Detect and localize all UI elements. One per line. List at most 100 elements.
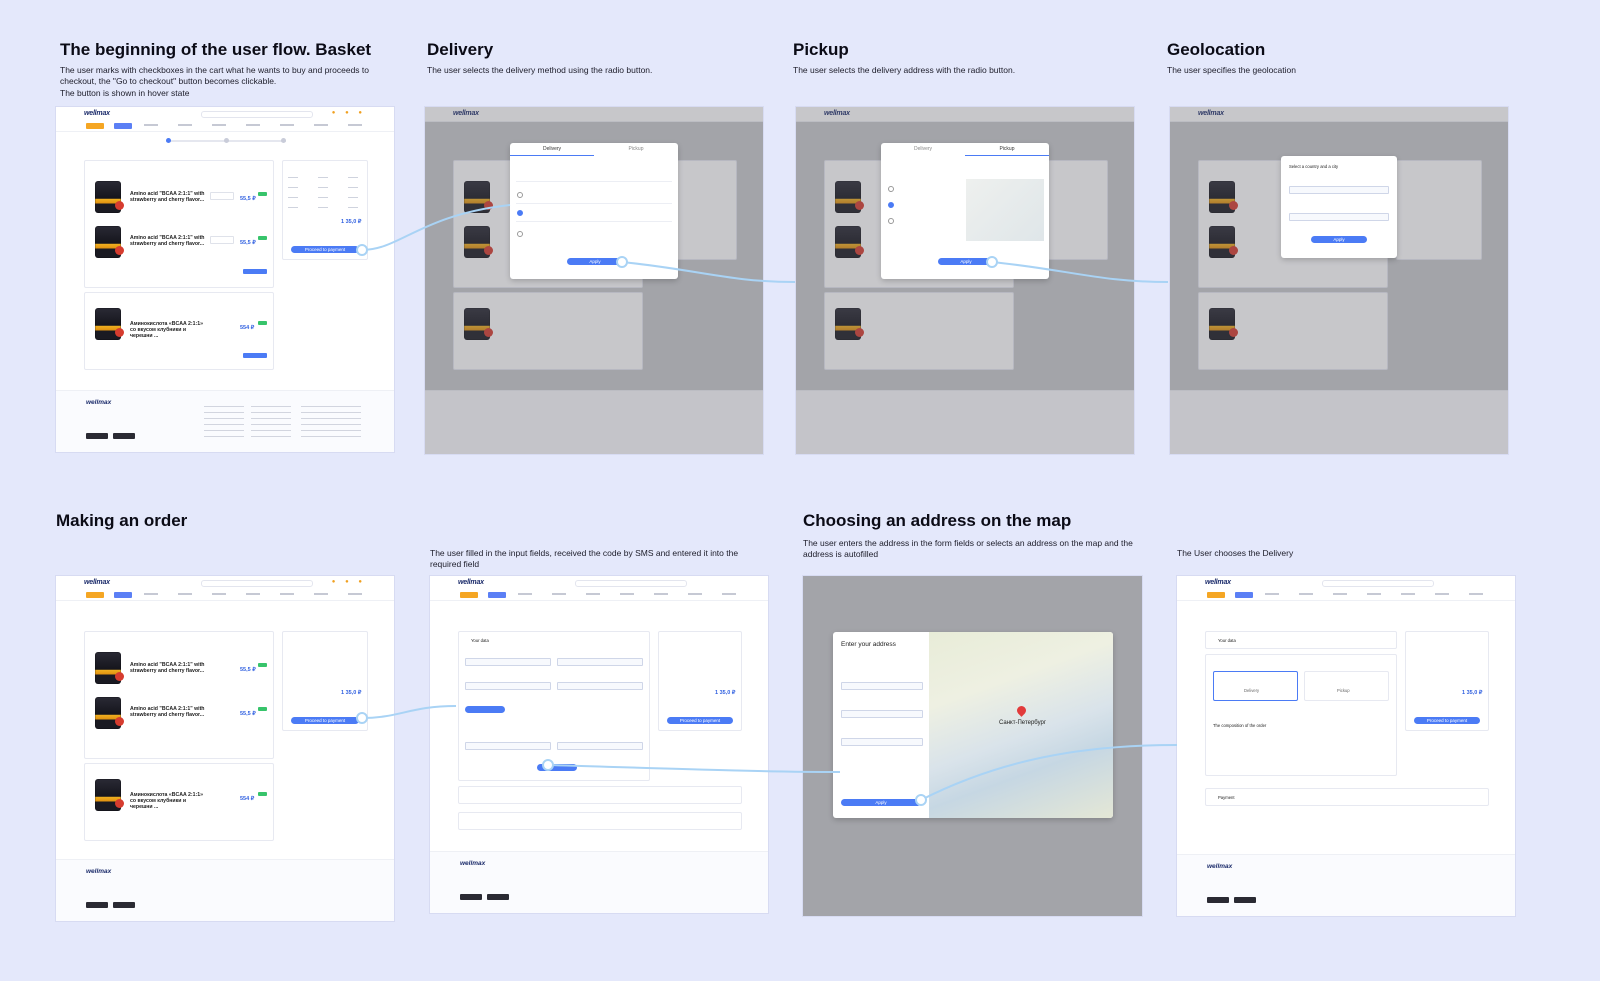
pickup-description: The user selects the delivery address wi… xyxy=(793,65,1016,75)
apply-button[interactable]: Apply xyxy=(1311,236,1367,243)
wellmax-logo: wellmax xyxy=(458,579,484,586)
pickup-screen: wellmax Delivery Pickup Apply xyxy=(796,107,1134,454)
wellmax-logo: wellmax xyxy=(84,579,110,586)
phone-field[interactable] xyxy=(557,658,643,666)
delivery-option[interactable]: Delivery xyxy=(1213,671,1298,701)
city-field[interactable] xyxy=(1289,213,1389,221)
payment-heading: Payment xyxy=(1218,795,1235,800)
map-city-label: Санкт-Петербург xyxy=(999,720,1047,726)
apply-button[interactable]: Apply xyxy=(567,258,623,265)
delivery-method-collapsed[interactable] xyxy=(458,786,742,804)
product-price: 55,5 ₽ xyxy=(240,196,256,202)
tab-delivery[interactable]: Delivery xyxy=(881,143,965,155)
discount-badge xyxy=(258,192,267,196)
pickup-modal: Delivery Pickup Apply xyxy=(881,143,1049,279)
enter-address-heading: Enter your address xyxy=(841,641,896,648)
delivery-radio[interactable] xyxy=(517,192,523,198)
name-field[interactable] xyxy=(465,658,551,666)
payment-collapsed[interactable] xyxy=(458,812,742,830)
pickup-option[interactable]: Pickup xyxy=(1304,671,1389,701)
product-name[interactable]: Amino acid "BCAA 2:1:1" with strawberry … xyxy=(130,706,205,718)
app-store-badge[interactable] xyxy=(113,433,135,439)
product-price: 554 ₽ xyxy=(240,796,255,802)
geolocation-modal: Select a country and a city Apply xyxy=(1281,156,1397,258)
map-pin-icon xyxy=(1015,704,1028,717)
pickup-radio[interactable] xyxy=(888,186,894,192)
footer-logo: wellmax xyxy=(86,399,112,406)
city-field[interactable] xyxy=(841,682,923,690)
delivery-modal: Delivery Pickup Apply xyxy=(510,143,678,279)
get-code-button[interactable] xyxy=(465,706,505,713)
go-to-checkout-button[interactable]: Proceed to payment xyxy=(291,246,359,253)
pickup-radio[interactable] xyxy=(888,202,894,208)
choose-delivery-screen: wellmax Your data Delivery Pickup The co… xyxy=(1177,576,1515,916)
summary-total: 1 35,0 ₽ xyxy=(341,690,362,696)
delivery-description: The user selects the delivery method usi… xyxy=(427,65,653,75)
delivery-title: Delivery xyxy=(427,40,494,59)
delivery-radio[interactable] xyxy=(517,210,523,216)
product-price: 55,5 ₽ xyxy=(240,711,256,717)
product-price: 55,5 ₽ xyxy=(240,240,256,246)
product-name[interactable]: Amino acid "BCAA 2:1:1" with strawberry … xyxy=(130,662,205,674)
sms-code-field[interactable] xyxy=(557,682,643,690)
product-name[interactable]: Аминокислота «BCAA 2:1:1» со вкусом клуб… xyxy=(130,792,205,810)
address-field[interactable] xyxy=(465,742,551,750)
header-icons[interactable]: ● ● ● xyxy=(332,110,366,116)
search-input[interactable] xyxy=(201,111,313,118)
map-screen: Enter your address Apply Санкт-Петербург xyxy=(803,576,1142,916)
your-data-heading: Your data xyxy=(1218,638,1236,643)
tab-pickup[interactable]: Pickup xyxy=(594,143,678,155)
wellmax-logo: wellmax xyxy=(84,110,110,117)
go-to-checkout-button[interactable]: Proceed to payment xyxy=(1414,717,1480,724)
address-field-2[interactable] xyxy=(557,742,643,750)
footer-logo: wellmax xyxy=(1207,863,1233,870)
google-play-badge[interactable] xyxy=(86,433,108,439)
street-field[interactable] xyxy=(841,710,923,718)
quantity-stepper[interactable] xyxy=(210,192,234,200)
checkout-steps xyxy=(166,138,286,143)
footer-logo: wellmax xyxy=(86,868,112,875)
basket-screen: wellmax ● ● ● Amino acid "BCAA 2:1:1" wi… xyxy=(56,107,394,452)
apply-button[interactable] xyxy=(243,353,267,358)
address-map[interactable]: Санкт-Петербург xyxy=(929,632,1113,818)
geolocation-screen: wellmax Select a country and a city Appl… xyxy=(1170,107,1508,454)
product-name[interactable]: Amino acid "BCAA 2:1:1" with strawberry … xyxy=(130,191,205,203)
discount-badge xyxy=(258,236,267,240)
delivery-choice-card: Delivery Pickup The composition of the o… xyxy=(1205,654,1397,776)
product-image xyxy=(95,181,124,213)
tab-pickup[interactable]: Pickup xyxy=(965,143,1049,156)
composition-heading: The composition of the order xyxy=(1213,723,1267,728)
summary-total: 1 35,0 ₽ xyxy=(715,690,736,696)
select-city-heading: Select a country and a city xyxy=(1289,164,1339,169)
summary-total: 1 35,0 ₽ xyxy=(1462,690,1483,696)
house-field[interactable] xyxy=(841,738,923,746)
choose-delivery-description: The User chooses the Delivery xyxy=(1177,548,1294,558)
pickup-title: Pickup xyxy=(793,40,849,59)
quantity-stepper[interactable] xyxy=(210,236,234,244)
apply-button[interactable] xyxy=(243,269,267,274)
delivery-radio[interactable] xyxy=(517,231,523,237)
tab-delivery[interactable]: Delivery xyxy=(510,143,594,156)
product-name[interactable]: Amino acid "BCAA 2:1:1" with strawberry … xyxy=(130,235,205,247)
pickup-radio[interactable] xyxy=(888,218,894,224)
product-name[interactable]: Аминокислота «BCAA 2:1:1» со вкусом клуб… xyxy=(130,321,205,339)
filled-description: The user filled in the input fields, rec… xyxy=(430,548,739,569)
order-screen: wellmax ● ● ● Amino acid "BCAA 2:1:1" wit… xyxy=(56,576,394,921)
go-to-checkout-button[interactable]: Proceed to payment xyxy=(667,717,733,724)
pickup-option-label: Pickup xyxy=(1337,688,1350,693)
apply-button[interactable]: Apply xyxy=(938,258,994,265)
select-on-map-button[interactable] xyxy=(537,764,577,771)
discount-badge xyxy=(258,321,267,325)
country-field[interactable] xyxy=(1289,186,1389,194)
apply-button[interactable]: Apply xyxy=(841,799,921,806)
pickup-map[interactable] xyxy=(966,179,1044,241)
wellmax-logo: wellmax xyxy=(1205,579,1231,586)
category-nav[interactable] xyxy=(56,121,394,132)
cart-list: Amino acid "BCAA 2:1:1" with strawberry … xyxy=(84,160,274,288)
address-modal: Enter your address Apply Санкт-Петербург xyxy=(833,632,1113,818)
email-field[interactable] xyxy=(465,682,551,690)
product-image xyxy=(95,308,124,340)
product-price: 55,5 ₽ xyxy=(240,667,256,673)
basket-description: The user marks with checkboxes in the ca… xyxy=(60,65,369,86)
go-to-checkout-button[interactable]: Proceed to payment xyxy=(291,717,359,724)
